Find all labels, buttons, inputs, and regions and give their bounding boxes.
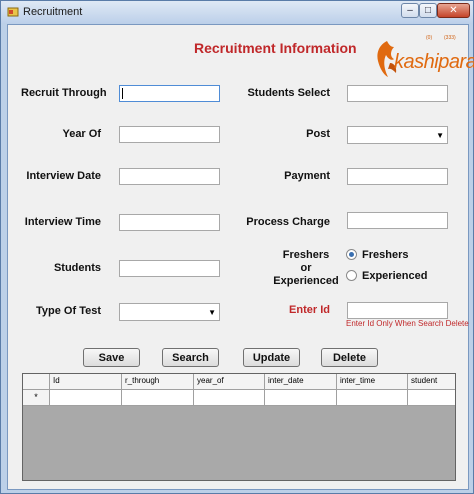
window-title: Recruitment <box>23 6 83 18</box>
label-students-select: Students Select <box>247 87 330 99</box>
new-row-marker: * <box>23 390 50 406</box>
column-header-inter-time[interactable]: inter_time <box>337 374 408 390</box>
logo-text: kashipara <box>394 51 474 73</box>
label-freshers-or-experienced: Freshers or Experienced <box>258 249 354 288</box>
title-bar[interactable]: Recruitment – □ ✕ <box>1 1 473 23</box>
grid-cell[interactable] <box>122 390 194 406</box>
page-title: Recruitment Information <box>194 40 357 56</box>
grid-corner-cell[interactable] <box>23 374 50 390</box>
grid-cell[interactable] <box>265 390 337 406</box>
column-header-student[interactable]: student <box>408 374 455 390</box>
grid-new-row[interactable]: * <box>23 390 455 406</box>
radio-selected-icon <box>346 248 357 260</box>
label-type-of-test: Type Of Test <box>36 305 101 317</box>
search-button[interactable]: Search <box>162 348 219 367</box>
column-header-year-of[interactable]: year_of <box>194 374 265 390</box>
kashipara-logo: (0) (333) kashipara <box>372 33 474 85</box>
label-interview-date: Interview Date <box>26 170 101 182</box>
label-interview-time: Interview Time <box>24 216 101 228</box>
students-input[interactable] <box>119 260 220 277</box>
radio-experienced[interactable]: Experienced <box>346 269 428 282</box>
label-post: Post <box>306 128 330 140</box>
save-button[interactable]: Save <box>83 348 140 367</box>
grid-cell[interactable] <box>194 390 265 406</box>
label-payment: Payment <box>284 170 330 182</box>
dropdown-arrow-icon: ▼ <box>208 308 216 317</box>
column-header-id[interactable]: Id <box>50 374 122 390</box>
type-of-test-select[interactable]: ▼ <box>119 303 220 321</box>
app-window: Recruitment – □ ✕ Recruitment Informatio… <box>0 0 474 494</box>
delete-button[interactable]: Delete <box>321 348 378 367</box>
grid-header-row: Id r_through year_of inter_date inter_ti… <box>23 374 455 390</box>
grid-cell[interactable] <box>50 390 122 406</box>
logo-small-right: (333) <box>444 35 456 41</box>
close-button[interactable]: ✕ <box>437 3 470 18</box>
dropdown-arrow-icon: ▼ <box>436 131 444 140</box>
app-icon <box>7 7 19 17</box>
process-charge-input[interactable] <box>347 212 448 229</box>
label-enter-id: Enter Id <box>289 304 330 316</box>
label-freshers-line2: or <box>300 262 312 274</box>
maximize-button[interactable]: □ <box>419 3 437 18</box>
minimize-button[interactable]: – <box>401 3 419 18</box>
data-grid[interactable]: Id r_through year_of inter_date inter_ti… <box>22 373 456 481</box>
label-freshers-line1: Freshers <box>282 249 330 261</box>
grid-cell[interactable] <box>337 390 408 406</box>
radio-freshers-label: Freshers <box>362 249 409 261</box>
label-recruit-through: Recruit Through <box>21 87 107 99</box>
radio-freshers[interactable]: Freshers <box>346 248 409 261</box>
year-of-input[interactable] <box>119 126 220 143</box>
update-button[interactable]: Update <box>243 348 300 367</box>
label-students: Students <box>53 262 101 274</box>
label-year-of: Year Of <box>62 128 101 140</box>
radio-unselected-icon <box>346 269 357 281</box>
form-area: Recruitment Information (0) (333) kaship… <box>7 24 474 490</box>
column-header-r-through[interactable]: r_through <box>122 374 194 390</box>
grid-cell[interactable] <box>408 390 455 406</box>
text-caret <box>122 88 123 99</box>
students-select-input[interactable] <box>347 85 448 102</box>
enter-id-input[interactable] <box>347 302 448 319</box>
post-select[interactable]: ▼ <box>347 126 448 144</box>
recruit-through-input[interactable] <box>119 85 220 102</box>
logo-small-left: (0) <box>426 35 433 41</box>
enter-id-hint: Enter Id Only When Search Delete <box>346 319 469 328</box>
interview-date-input[interactable] <box>119 168 220 185</box>
label-process-charge: Process Charge <box>246 216 330 228</box>
radio-experienced-label: Experienced <box>362 270 428 282</box>
interview-time-input[interactable] <box>119 214 220 231</box>
payment-input[interactable] <box>347 168 448 185</box>
label-freshers-line3: Experienced <box>273 275 339 287</box>
column-header-inter-date[interactable]: inter_date <box>265 374 337 390</box>
